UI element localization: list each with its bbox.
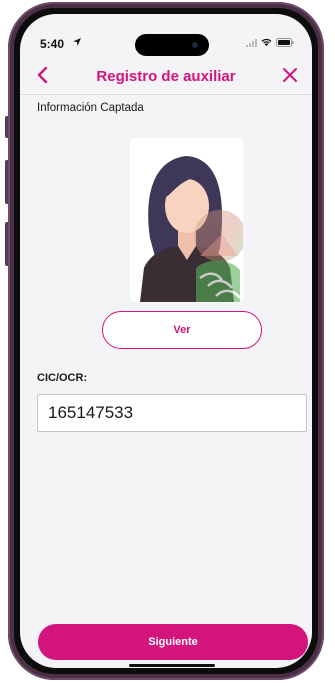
- header-divider: [20, 94, 312, 95]
- dynamic-island: [135, 34, 209, 56]
- location-arrow-icon: [73, 38, 81, 46]
- phone-screen: 5:40 Registro de auxiliar Información Ca…: [20, 14, 312, 668]
- wifi-icon: [261, 38, 272, 47]
- close-icon[interactable]: [282, 67, 298, 83]
- status-time: 5:40: [40, 37, 65, 51]
- phone-bezel: 5:40 Registro de auxiliar Información Ca…: [14, 8, 318, 674]
- section-title: Información Captada: [37, 102, 144, 114]
- nav-bar: Registro de auxiliar: [20, 60, 312, 92]
- cic-input[interactable]: [37, 394, 307, 432]
- home-indicator: [129, 664, 215, 667]
- status-icons: [246, 38, 294, 47]
- page-title: Registro de auxiliar: [96, 68, 236, 85]
- cellular-signal-icon: [246, 38, 257, 47]
- id-photo-placeholder: [130, 138, 243, 302]
- phone-frame: 5:40 Registro de auxiliar Información Ca…: [8, 2, 324, 680]
- captured-id-photo: [130, 138, 243, 302]
- view-button[interactable]: Ver: [102, 311, 262, 349]
- cic-field-label: CIC/OCR:: [37, 372, 88, 384]
- battery-icon: [276, 38, 294, 47]
- front-camera: [192, 42, 198, 48]
- status-bar: 5:40: [20, 14, 312, 56]
- next-button[interactable]: Siguiente: [38, 624, 308, 660]
